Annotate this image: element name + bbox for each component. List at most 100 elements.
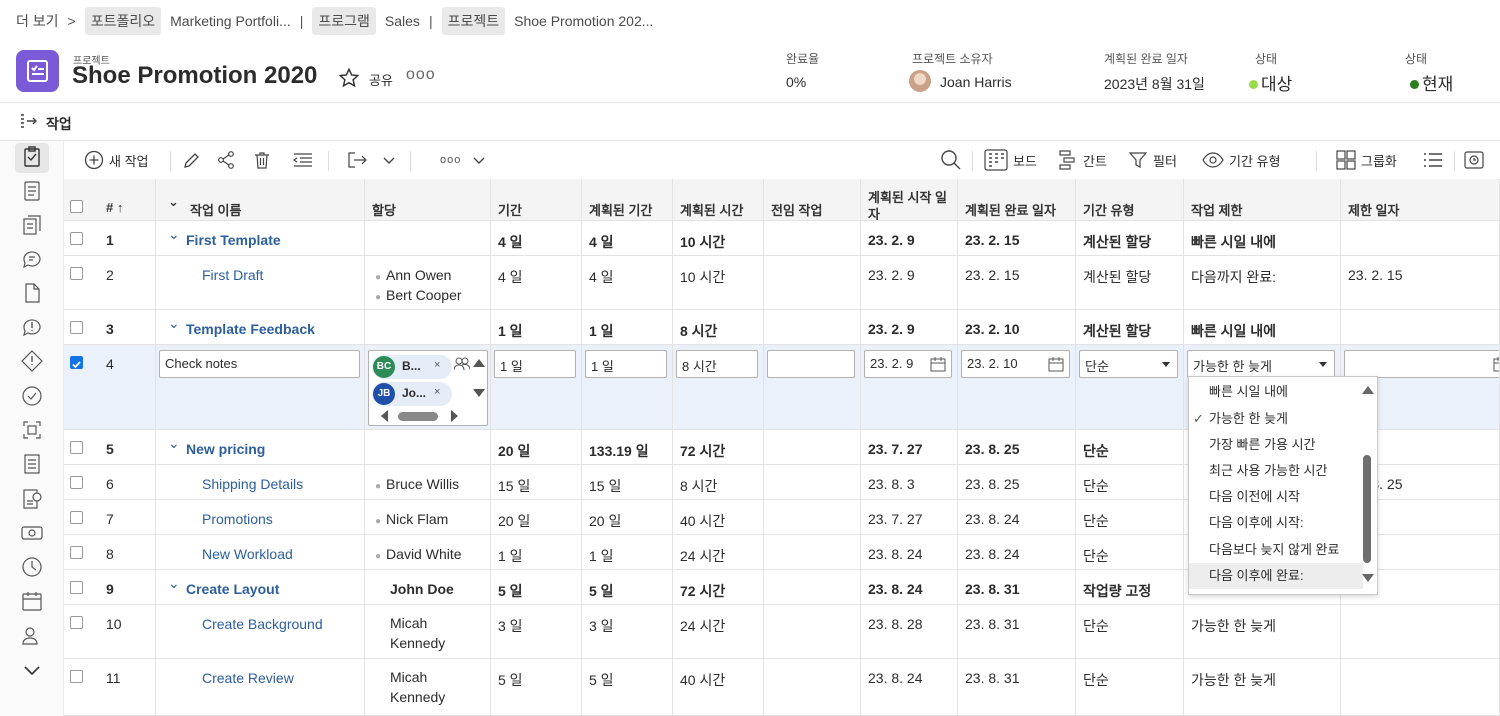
assignment-cell[interactable]: ● Nick Flam [365,500,491,534]
task-name-cell[interactable]: ⌄ Template Feedback [156,310,365,344]
people-icon[interactable] [20,624,44,648]
duration-type-cell[interactable]: 단순 [1076,535,1184,569]
duration-cell[interactable]: 4 일 [491,256,582,309]
assignee[interactable]: ● Ann Owen [375,267,451,283]
task-constraint-cell[interactable]: 가능한 한 늦게 [1184,605,1341,658]
avatar[interactable] [909,70,931,92]
table-row[interactable]: 2 First Draft ● Ann Owen ● Bert Cooper 4 일 4 일 1… [64,256,1500,310]
indent-icon[interactable] [292,141,319,179]
task-name[interactable]: New pricing [186,441,265,457]
assignment-cell[interactable]: ● Ann Owen ● Bert Cooper [365,256,491,309]
planned-duration-cell[interactable]: 3 일 [582,605,673,658]
chevron-down-icon[interactable]: ⌄ [168,315,180,332]
constraint-date-cell[interactable] [1341,221,1500,255]
planned-start-cell[interactable]: 23. 8. 24 [861,535,958,569]
task-name-cell[interactable]: Shipping Details [156,465,365,499]
duration-type-cell[interactable]: 계산된 할당 [1076,256,1184,309]
horizontal-scrollbar[interactable] [398,412,438,421]
task-constraint-cell[interactable]: 빠른 시일 내에 [1184,310,1341,344]
breadcrumb-item[interactable]: 포트폴리오 [84,7,162,35]
scroll-left-icon[interactable] [381,410,388,422]
duration-cell[interactable]: 5 일 [491,659,582,715]
task-name-cell[interactable]: First Draft [156,256,365,309]
predecessors-cell[interactable] [764,256,861,309]
planned-duration-input-cell[interactable]: 1 일 [582,345,673,429]
chevron-down-icon[interactable] [1319,362,1327,367]
duration-type-cell[interactable]: 단순 [1076,430,1184,464]
planned-end-cell[interactable]: 23. 8. 25 [958,430,1076,464]
constraint-date-cell[interactable] [1341,605,1500,658]
filter-button[interactable]: 필터 [1128,141,1177,179]
task-constraint-select[interactable]: 가능한 한 늦게 [1187,350,1335,378]
planned-hours-input[interactable]: 8 시간 [676,350,758,378]
constraint-date-cell[interactable] [1341,659,1500,715]
approval-icon[interactable] [20,384,44,408]
task-name[interactable]: First Template [186,232,281,248]
task-constraint-cell[interactable]: 빠른 시일 내에 [1184,221,1341,255]
close-icon[interactable]: × [434,386,440,398]
header-5[interactable]: 계획된 시간 [673,179,764,220]
calendar-icon[interactable] [930,356,946,375]
planned-duration-cell[interactable]: 5 일 [582,570,673,604]
header-6[interactable]: 전임 작업 [764,179,861,220]
comment-icon[interactable] [20,247,44,271]
timeline-icon[interactable] [1464,141,1489,179]
planned-duration-cell[interactable]: 1 일 [582,310,673,344]
task-name[interactable]: Shipping Details [202,476,303,492]
chevron-down-icon[interactable] [382,141,401,179]
planned-duration-cell[interactable]: 133.19 일 [582,430,673,464]
duration-type-cell[interactable]: 계산된 할당 [1076,310,1184,344]
file-icon[interactable] [20,281,44,305]
assignment-cell[interactable] [365,221,491,255]
task-name[interactable]: New Workload [202,546,293,562]
planned-end-cell[interactable]: 23. 2. 15 [958,256,1076,309]
document-icon[interactable] [20,179,44,203]
planned-start-input-cell[interactable]: 23. 2. 9 [861,345,958,429]
planned-duration-input[interactable]: 1 일 [585,350,667,378]
header-8[interactable]: 계획된 완료 일자 [958,179,1076,220]
board-view-button[interactable]: 보드 [984,141,1037,179]
more-actions-button[interactable]: ooo [440,141,461,179]
task-constraint-cell[interactable]: 다음까지 완료: [1184,256,1341,309]
list-icon[interactable] [1422,141,1449,179]
constraint-date-input[interactable] [1344,350,1499,378]
header-11[interactable]: 제한 일자 [1341,179,1500,220]
row-checkbox[interactable] [70,670,83,683]
duration-cell[interactable]: 20 일 [491,430,582,464]
planned-start-cell[interactable]: 23. 8. 24 [861,570,958,604]
planned-hours-cell[interactable]: 10 시간 [673,221,764,255]
predecessors-cell[interactable] [764,570,861,604]
dropdown-option[interactable]: 다음 이후에 시작: [1189,510,1363,536]
task-name[interactable]: Create Background [202,616,323,632]
header-3[interactable]: 기간 [491,179,582,220]
assignee-chip[interactable]: JB Jo... × [372,382,452,406]
planned-duration-cell[interactable]: 4 일 [582,256,673,309]
header-4[interactable]: 계획된 기간 [582,179,673,220]
predecessors-cell[interactable] [764,659,861,715]
scroll-down-icon[interactable] [473,389,485,397]
task-name-cell[interactable]: New Workload [156,535,365,569]
assignee-chip[interactable]: BC B... × [372,355,452,379]
team-icon[interactable] [453,357,471,374]
search-icon[interactable] [940,141,967,179]
constraint-date-cell[interactable] [1341,310,1500,344]
predecessors-cell[interactable] [764,500,861,534]
assignment-cell[interactable]: John Doe [365,570,491,604]
row-checkbox[interactable] [70,616,83,629]
tab-tasks[interactable]: 작업 [0,103,1500,141]
scroll-down-icon[interactable] [1362,574,1374,582]
predecessors-cell[interactable] [764,310,861,344]
task-name-cell[interactable]: ⌄ New pricing [156,430,365,464]
planned-duration-cell[interactable]: 4 일 [582,221,673,255]
task-name-cell[interactable]: Create Review [156,659,365,715]
pencil-icon[interactable] [182,141,207,179]
duration-cell[interactable]: 15 일 [491,465,582,499]
header-2[interactable]: 할당 [365,179,491,220]
planned-end-input-cell[interactable]: 23. 2. 10 [958,345,1076,429]
planned-start-cell[interactable]: 23. 8. 3 [861,465,958,499]
planned-end-cell[interactable]: 23. 8. 31 [958,659,1076,715]
duration-type-cell[interactable]: 단순 [1076,659,1184,715]
more-options-button[interactable]: ooo [406,66,436,84]
task-name-cell[interactable]: Promotions [156,500,365,534]
group-button[interactable]: 그룹화 [1336,141,1397,179]
